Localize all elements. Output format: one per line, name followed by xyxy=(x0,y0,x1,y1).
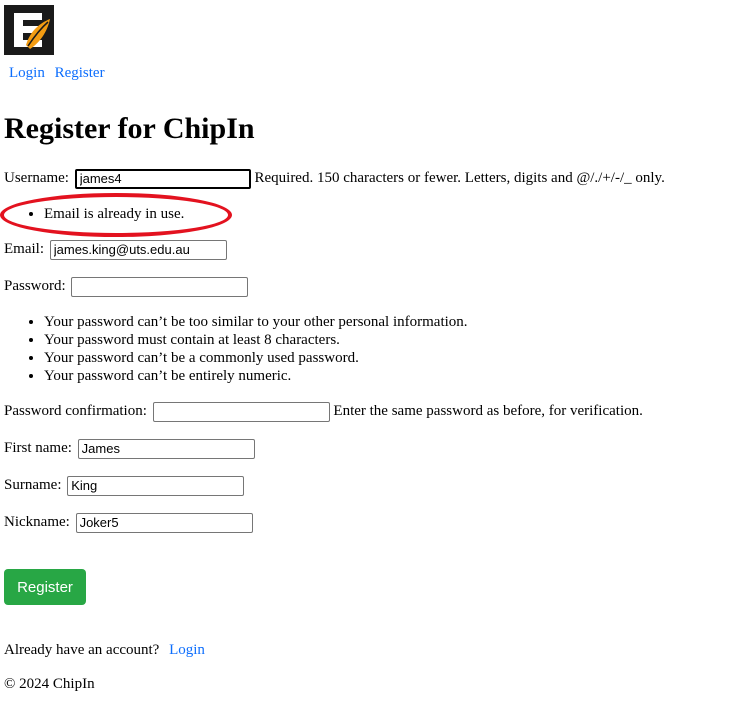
first-name-row: First name: xyxy=(4,438,255,459)
first-name-input[interactable] xyxy=(77,438,255,459)
surname-input[interactable] xyxy=(67,475,245,496)
nav-register-link[interactable]: Register xyxy=(55,65,105,81)
surname-row: Surname: xyxy=(4,475,245,496)
password-confirmation-label: Password confirmation: xyxy=(4,403,147,419)
password-label: Password: xyxy=(4,278,66,294)
username-label: Username: xyxy=(4,170,69,186)
footer-login-link[interactable]: Login xyxy=(169,642,205,658)
copyright: © 2024 ChipIn xyxy=(4,676,95,692)
first-name-label: First name: xyxy=(4,440,72,456)
email-label: Email: xyxy=(4,241,44,257)
login-prompt-text: Already have an account? xyxy=(4,642,160,658)
surname-label: Surname: xyxy=(4,477,62,493)
password-rule: Your password must contain at least 8 ch… xyxy=(44,331,468,349)
register-button[interactable]: Register xyxy=(4,569,86,605)
username-help-text: Required. 150 characters or fewer. Lette… xyxy=(254,170,665,186)
login-prompt: Already have an account? Login xyxy=(4,640,205,660)
chipin-logo xyxy=(4,5,54,55)
email-input[interactable] xyxy=(49,239,227,260)
annotation-circle xyxy=(0,193,232,237)
password-input[interactable] xyxy=(71,276,249,297)
password-row: Password: xyxy=(4,276,249,297)
email-row: Email: xyxy=(4,239,227,260)
nickname-input[interactable] xyxy=(75,512,253,533)
username-input[interactable] xyxy=(74,168,251,189)
password-confirmation-input[interactable] xyxy=(152,401,330,422)
nickname-label: Nickname: xyxy=(4,514,70,530)
password-rule: Your password can’t be entirely numeric. xyxy=(44,367,468,385)
nickname-row: Nickname: xyxy=(4,512,253,533)
top-nav: Login Register xyxy=(9,65,111,82)
nav-login-link[interactable]: Login xyxy=(9,65,45,81)
password-confirmation-row: Password confirmation: Enter the same pa… xyxy=(4,401,643,422)
password-rule: Your password can’t be too similar to yo… xyxy=(44,313,468,331)
password-rule: Your password can’t be a commonly used p… xyxy=(44,349,468,367)
page-title: Register for ChipIn xyxy=(4,112,255,145)
password-confirmation-help-text: Enter the same password as before, for v… xyxy=(333,403,643,419)
username-row: Username: Required. 150 characters or fe… xyxy=(4,168,665,189)
password-rules-list: Your password can’t be too similar to yo… xyxy=(4,313,468,385)
